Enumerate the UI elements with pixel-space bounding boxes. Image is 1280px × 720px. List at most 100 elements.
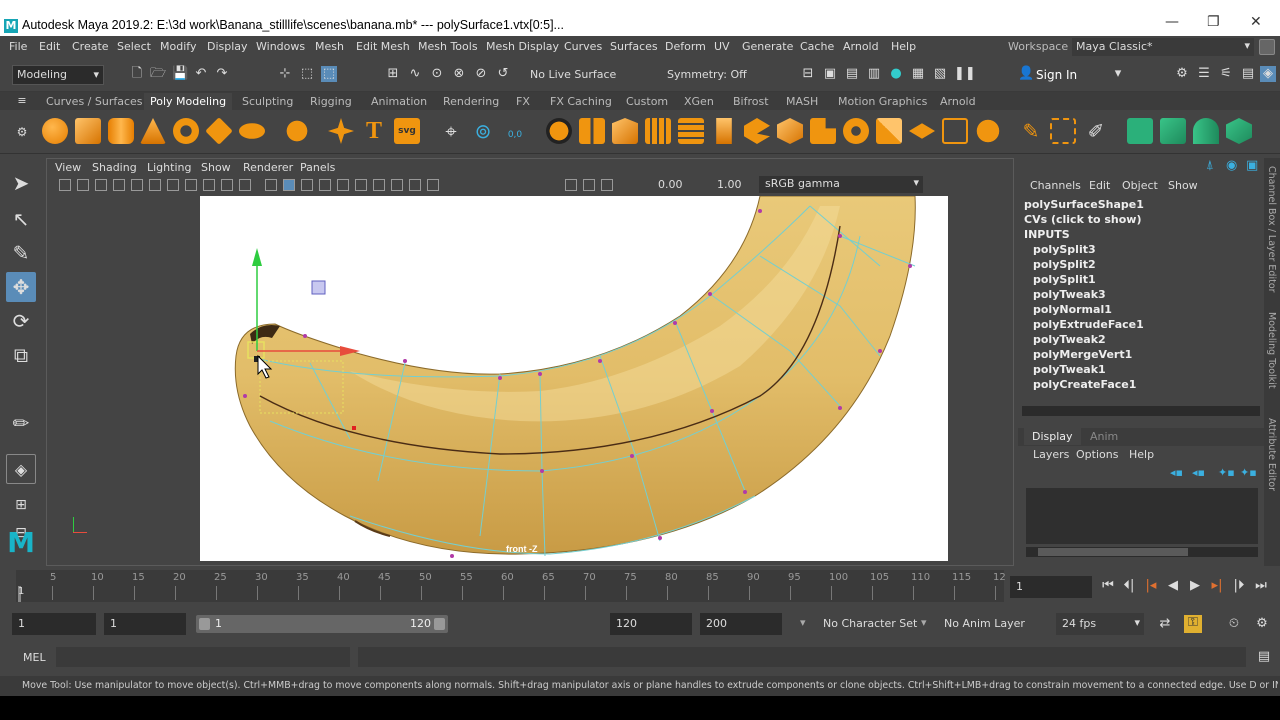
open-scene-icon[interactable]: 🗁	[150, 66, 166, 82]
anim-prefs-icon[interactable]: ⚙	[1254, 616, 1270, 632]
lasso-tool-icon[interactable]: ↖	[6, 204, 36, 234]
menu-modify[interactable]: Modify	[160, 40, 196, 53]
animation-end-field[interactable]: 200	[700, 613, 782, 635]
play-forwards-icon[interactable]: ▶	[1187, 578, 1203, 594]
separate-icon[interactable]	[579, 118, 605, 144]
new-scene-icon[interactable]: 🗋	[129, 66, 145, 82]
range-start-handle[interactable]	[199, 618, 210, 630]
chevron-down-icon[interactable]: ▾	[1110, 66, 1126, 82]
xray-components-icon[interactable]	[601, 179, 613, 191]
step-forward-icon[interactable]: |⏵	[1231, 578, 1247, 594]
mel-label[interactable]: MEL	[23, 651, 46, 664]
xray-icon[interactable]	[565, 179, 577, 191]
symmetry-label[interactable]: Symmetry: Off	[667, 68, 747, 81]
shadows-icon[interactable]	[355, 179, 367, 191]
menu-generate[interactable]: Generate	[742, 40, 793, 53]
extract-icon[interactable]	[645, 118, 671, 144]
viewport-menu-lighting[interactable]: Lighting	[147, 161, 191, 174]
render-settings-icon[interactable]: ▥	[866, 66, 882, 82]
smooth-icon[interactable]	[612, 118, 638, 144]
wireframe-on-shaded-icon[interactable]	[301, 179, 313, 191]
input-node[interactable]: polyCreateFace1	[1033, 378, 1136, 391]
layer-editor-toggle-icon[interactable]: ◉	[1226, 158, 1237, 173]
tab-poly-modeling[interactable]: Poly Modeling	[144, 93, 233, 110]
new-layer-icon[interactable]: ✦▪	[1218, 466, 1235, 479]
quad-draw-icon[interactable]	[876, 118, 902, 144]
arnold-render-icon[interactable]: ▧	[932, 66, 948, 82]
poly-cone-icon[interactable]	[140, 118, 166, 144]
live-surface-label[interactable]: No Live Surface	[530, 68, 616, 81]
modeling-toolkit-icon[interactable]: ⚙	[1174, 66, 1190, 82]
anim-layer-dropdown[interactable]: No Anim Layer	[944, 617, 1025, 630]
bridge-icon[interactable]	[678, 118, 704, 144]
tab-fx-caching[interactable]: FX Caching	[550, 95, 612, 108]
channel-tab-show[interactable]: Show	[1168, 179, 1198, 192]
scale-tool-icon[interactable]: ⧉	[6, 340, 36, 370]
tab-mash[interactable]: MASH	[786, 95, 818, 108]
menu-select[interactable]: Select	[117, 40, 151, 53]
snap-view-icon[interactable]: ⊗	[451, 66, 467, 82]
menu-windows[interactable]: Windows	[256, 40, 305, 53]
input-node[interactable]: polyTweak2	[1033, 333, 1106, 346]
channel-tab-edit[interactable]: Edit	[1089, 179, 1110, 192]
mode-dropdown[interactable]: Modeling ▾	[12, 65, 104, 85]
input-node[interactable]: polySplit2	[1033, 258, 1096, 271]
poly-disc-icon[interactable]	[239, 123, 265, 139]
layer-list[interactable]	[1026, 488, 1258, 544]
tool-settings-icon[interactable]: ⚟	[1218, 66, 1234, 82]
render-frame-icon[interactable]: ▣	[822, 66, 838, 82]
poly-torus-icon[interactable]	[173, 118, 199, 144]
viewport-canvas[interactable]: front -Z	[200, 196, 948, 561]
fps-dropdown[interactable]: 24 fps ▾	[1056, 613, 1144, 635]
tab-bifrost[interactable]: Bifrost	[733, 95, 769, 108]
layer-tab-anim[interactable]: Anim	[1090, 430, 1118, 443]
menu-deform[interactable]: Deform	[665, 40, 706, 53]
tab-rigging[interactable]: Rigging	[310, 95, 352, 108]
sculpt-icon[interactable]	[975, 118, 1001, 144]
playback-start-field[interactable]: 1	[104, 613, 186, 635]
multi-cut-icon[interactable]	[810, 118, 836, 144]
script-editor-icon[interactable]: ▤	[1256, 649, 1272, 665]
maximize-icon[interactable]: ❐	[1207, 14, 1220, 30]
brush-icon[interactable]: ✎	[1018, 118, 1044, 144]
cut-sew-icon[interactable]	[1226, 118, 1252, 144]
layer-scrollbar[interactable]	[1026, 547, 1258, 557]
combine-icon[interactable]	[546, 118, 572, 144]
playback-end-field[interactable]: 120	[610, 613, 692, 635]
xray-joints-icon[interactable]	[583, 179, 595, 191]
insert-loop-icon[interactable]	[909, 123, 935, 139]
menu-uv[interactable]: UV	[714, 40, 730, 53]
side-tab-channel-box[interactable]: Channel Box / Layer Editor	[1266, 166, 1277, 293]
sign-in-button[interactable]: Sign In	[1036, 68, 1077, 82]
step-forward-key-icon[interactable]: ▸|	[1209, 578, 1225, 594]
range-end-handle[interactable]	[434, 618, 445, 630]
tab-rendering[interactable]: Rendering	[443, 95, 499, 108]
channel-tab-object[interactable]: Object	[1122, 179, 1158, 192]
ipr-render-icon[interactable]: ▤	[844, 66, 860, 82]
menu-curves[interactable]: Curves	[564, 40, 602, 53]
poly-plane-icon[interactable]	[205, 117, 233, 145]
select-object-icon[interactable]: ⬚	[299, 66, 315, 82]
viewport-menu-show[interactable]: Show	[201, 161, 231, 174]
tab-arnold[interactable]: Arnold	[940, 95, 976, 108]
minimize-icon[interactable]: —	[1165, 14, 1179, 30]
poly-sphere-icon[interactable]	[42, 118, 68, 144]
menu-edit[interactable]: Edit	[39, 40, 60, 53]
chevron-down-icon[interactable]: ▾	[921, 616, 927, 629]
playback-prefs-icon[interactable]: ⏲	[1226, 616, 1242, 632]
loop-icon[interactable]: ⇄	[1157, 616, 1173, 632]
rotate-tool-icon[interactable]: ⟳	[6, 306, 36, 336]
layer-menu-help[interactable]: Help	[1129, 448, 1154, 461]
uv-origin-icon[interactable]: 0,0	[502, 118, 528, 144]
close-icon[interactable]: ✕	[1250, 14, 1262, 30]
field-chart-icon[interactable]	[203, 179, 215, 191]
input-node[interactable]: polyMergeVert1	[1033, 348, 1132, 361]
resolution-gate-icon[interactable]	[167, 179, 179, 191]
channel-box-icon[interactable]: ▤	[1240, 66, 1256, 82]
isolate-icon[interactable]	[427, 179, 439, 191]
select-hierarchy-icon[interactable]: ⊹	[277, 66, 293, 82]
workspace-dropdown[interactable]: Maya Classic* ▾	[1072, 38, 1254, 56]
mel-input[interactable]	[56, 647, 350, 667]
gear-icon[interactable]: ⚙	[14, 124, 30, 140]
hypershade-icon[interactable]: ●	[888, 66, 904, 82]
